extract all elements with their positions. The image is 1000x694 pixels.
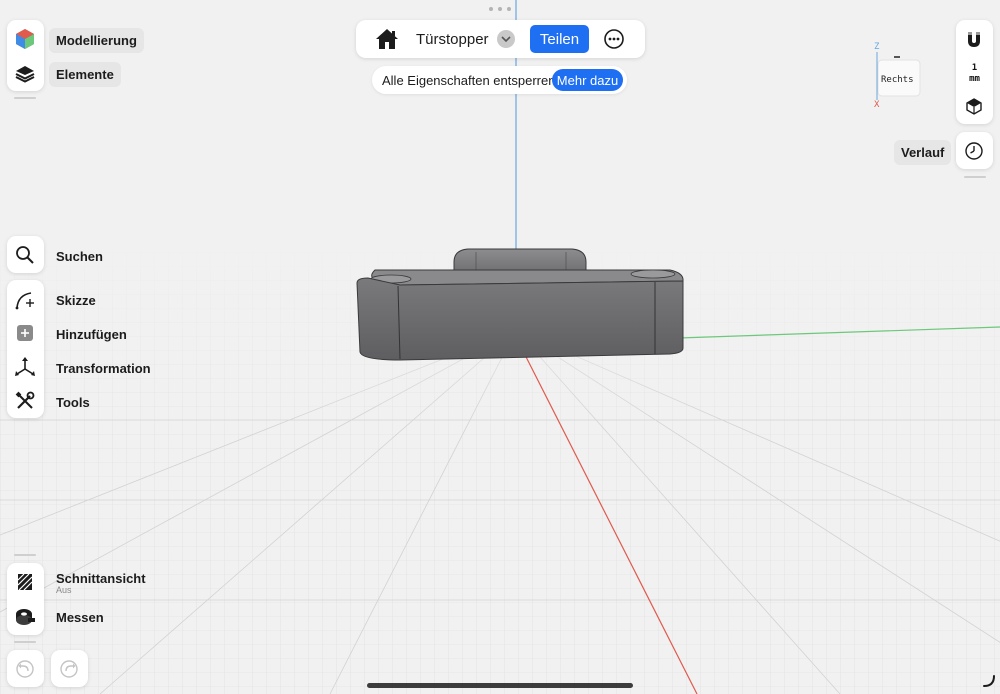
measure-label[interactable]: Messen	[49, 605, 111, 630]
tools-label[interactable]: Tools	[49, 390, 97, 415]
elements-label[interactable]: Elemente	[49, 62, 121, 87]
transform-label[interactable]: Transformation	[49, 356, 158, 381]
drag-handle-dots[interactable]	[489, 7, 511, 13]
chevron-down-icon[interactable]	[497, 30, 515, 48]
undo-icon[interactable]	[7, 652, 43, 686]
history-icon[interactable]	[956, 134, 992, 168]
toolbar-separator	[14, 641, 36, 643]
toolbar-separator	[14, 554, 36, 556]
unit-label[interactable]: mm	[956, 74, 993, 84]
ground-grid	[0, 150, 1000, 694]
sketch-icon[interactable]	[7, 283, 43, 317]
measure-icon[interactable]	[7, 599, 43, 633]
add-label[interactable]: Hinzufügen	[49, 322, 134, 347]
document-title[interactable]: Türstopper	[416, 31, 489, 48]
section-status: Aus	[56, 585, 72, 595]
add-icon[interactable]	[7, 316, 43, 350]
home-icon[interactable]	[375, 28, 399, 50]
modelling-label[interactable]: Modellierung	[49, 28, 144, 53]
history-label[interactable]: Verlauf	[894, 140, 952, 165]
search-icon[interactable]	[7, 238, 43, 272]
unit-value[interactable]: 1	[956, 63, 993, 73]
tools-icon[interactable]	[7, 384, 43, 418]
share-button[interactable]: Teilen	[530, 25, 589, 53]
redo-icon[interactable]	[51, 652, 87, 686]
search-label[interactable]: Suchen	[49, 244, 110, 269]
toolbar-separator	[964, 176, 986, 178]
document-toolbar: Türstopper Teilen	[356, 20, 645, 58]
toolbar-separator	[14, 97, 36, 99]
learn-more-button[interactable]: Mehr dazu	[552, 69, 623, 91]
view-cube-face-label[interactable]: Rechts	[881, 75, 914, 85]
axis-z-label: Z	[874, 42, 880, 52]
upgrade-banner: Alle Eigenschaften entsperren Mehr dazu	[372, 66, 627, 94]
ruler-cube-icon[interactable]	[956, 89, 992, 123]
modelling-icon[interactable]	[7, 22, 43, 56]
section-icon[interactable]	[7, 565, 43, 599]
layers-icon[interactable]	[7, 56, 43, 90]
more-icon[interactable]	[603, 28, 625, 50]
banner-text: Alle Eigenschaften entsperren	[382, 73, 556, 88]
corner-resize-handle[interactable]	[982, 674, 996, 688]
magnet-icon[interactable]	[956, 23, 992, 57]
transform-icon[interactable]	[7, 350, 43, 384]
sketch-label[interactable]: Skizze	[49, 288, 103, 313]
axis-x-label: X	[874, 100, 880, 110]
home-indicator[interactable]	[367, 683, 633, 688]
